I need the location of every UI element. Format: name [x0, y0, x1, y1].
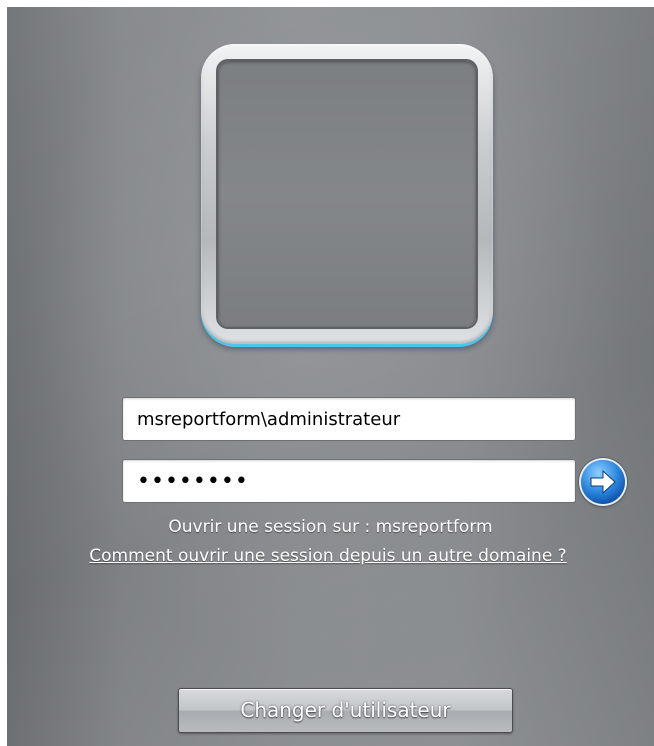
password-input[interactable]: [123, 460, 575, 502]
username-input[interactable]: [123, 398, 575, 440]
arrow-right-icon: [590, 469, 616, 495]
other-domain-link[interactable]: Comment ouvrir une session depuis un aut…: [7, 546, 654, 566]
logon-to-text: Ouvrir une session sur : msreportform: [168, 517, 493, 537]
switch-user-button[interactable]: Changer d'utilisateur: [178, 688, 513, 733]
password-field[interactable]: [122, 459, 576, 503]
user-tile-frame: [201, 44, 493, 344]
user-picture: [218, 61, 476, 327]
login-screen: Ouvrir une session sur : msreportform Co…: [7, 7, 654, 746]
submit-button[interactable]: [581, 460, 625, 504]
username-field[interactable]: [122, 397, 576, 441]
